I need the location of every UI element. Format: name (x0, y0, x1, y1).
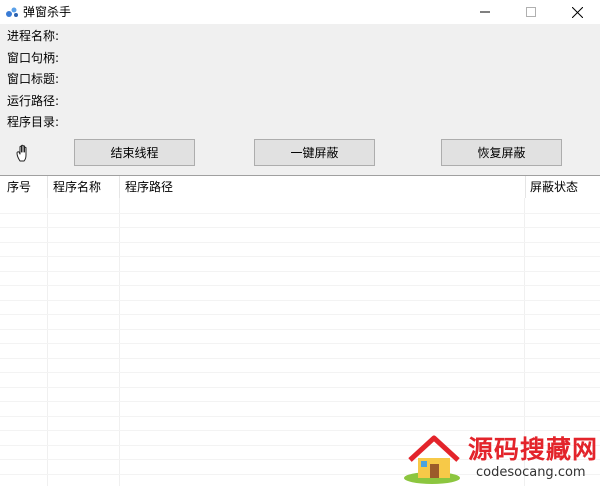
app-icon (6, 7, 18, 17)
run-path-label: 运行路径: (7, 94, 60, 108)
title-bar[interactable]: 弹窗杀手 (0, 0, 600, 24)
close-icon (571, 6, 583, 18)
window-handle-label: 窗口句柄: (7, 51, 60, 65)
row-separator (0, 300, 600, 301)
block-all-button[interactable]: 一键屏蔽 (254, 139, 375, 166)
row-separator (0, 343, 600, 344)
row-separator (0, 387, 600, 388)
row-separator (0, 256, 600, 257)
row-separator (0, 227, 600, 228)
row-separator (0, 372, 600, 373)
row-separator (0, 329, 600, 330)
column-header-index[interactable]: 序号 (0, 176, 48, 198)
row-separator (0, 213, 600, 214)
row-separator (0, 430, 600, 431)
process-name-label: 进程名称: (7, 29, 60, 43)
program-dir-label: 程序目录: (7, 115, 60, 129)
row-separator (0, 401, 600, 402)
row-separator (0, 271, 600, 272)
house-logo-icon (404, 435, 460, 484)
watermark-text: 源码搜藏网 (468, 435, 599, 464)
table-header: 序号 程序名称 程序路径 屏蔽状态 (0, 176, 600, 198)
window-title-label: 窗口标题: (7, 72, 60, 86)
hand-icon[interactable] (14, 143, 34, 163)
row-separator (0, 314, 600, 315)
maximize-icon (526, 7, 536, 17)
column-header-path[interactable]: 程序路径 (118, 176, 526, 198)
row-separator (0, 285, 600, 286)
restore-block-button[interactable]: 恢复屏蔽 (441, 139, 562, 166)
minimize-icon (480, 11, 490, 13)
column-header-status[interactable]: 屏蔽状态 (523, 176, 600, 198)
column-header-name[interactable]: 程序名称 (46, 176, 120, 198)
watermark: 源码搜藏网 codesocang.com (402, 432, 600, 486)
watermark-url: codesocang.com (476, 465, 586, 480)
row-separator (0, 416, 600, 417)
minimize-button[interactable] (462, 0, 508, 24)
row-separator (0, 242, 600, 243)
end-process-button[interactable]: 结束线程 (74, 139, 195, 166)
maximize-button[interactable] (508, 0, 554, 24)
window-title: 弹窗杀手 (23, 5, 72, 19)
close-button[interactable] (554, 0, 600, 24)
row-separator (0, 358, 600, 359)
